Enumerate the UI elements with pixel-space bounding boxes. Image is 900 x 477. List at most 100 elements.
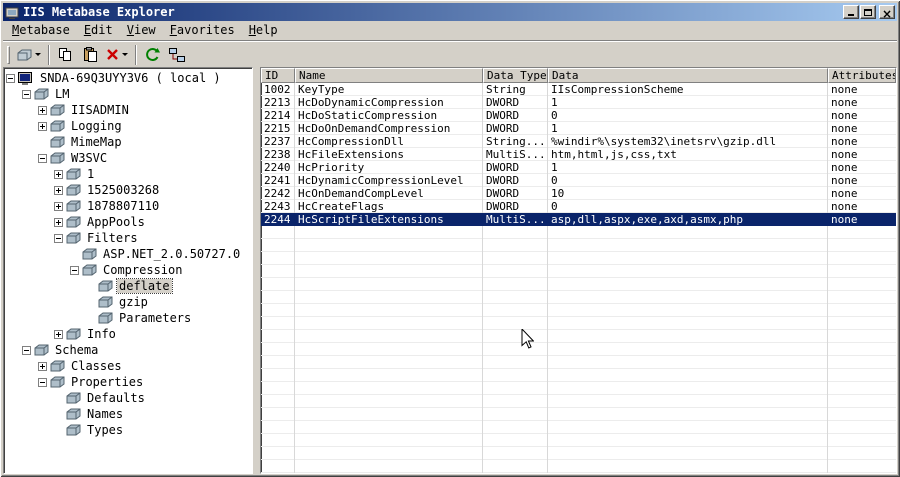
- table-row[interactable]: 2242 HcOnDemandCompLevel DWORD 10 none: [261, 187, 896, 200]
- tree-item-label: ASP.NET_2.0.50727.0: [103, 247, 241, 261]
- tree-item-names[interactable]: Names: [4, 406, 252, 422]
- table-row[interactable]: 2238 HcFileExtensions MultiS... htm,html,js…: [261, 148, 896, 161]
- toolbar-separator: [135, 44, 137, 65]
- tree-item-mimemap[interactable]: MimeMap: [4, 134, 252, 150]
- plus-expander-icon[interactable]: [54, 201, 63, 211]
- key-icon: [34, 344, 49, 356]
- tree-item-label: SNDA-69Q3UYY3V6 ( local ): [40, 71, 221, 85]
- connect-button[interactable]: [165, 44, 189, 66]
- table-row[interactable]: 1002 KeyType String IIsCompressionScheme non…: [261, 83, 896, 96]
- paste-button[interactable]: [78, 44, 102, 66]
- menu-item-help[interactable]: Help: [242, 21, 285, 40]
- tree-item-properties[interactable]: Properties: [4, 374, 252, 390]
- window-controls: [842, 5, 895, 19]
- delete-button[interactable]: [103, 44, 131, 66]
- minus-expander-icon[interactable]: [6, 73, 15, 83]
- menu-item-edit[interactable]: Edit: [77, 21, 120, 40]
- key-icon: [98, 312, 113, 324]
- app-window: IIS Metabase Explorer MetabaseEditViewFa…: [0, 0, 900, 477]
- panel-splitter[interactable]: [253, 67, 260, 474]
- menu-item-metabase[interactable]: Metabase: [5, 21, 77, 40]
- tree-item-apppools[interactable]: AppPools: [4, 214, 252, 230]
- tree-item-label: Names: [87, 407, 124, 421]
- tree-item-1[interactable]: 1: [4, 166, 252, 182]
- tree-item-label: 1525003268: [87, 183, 160, 197]
- tree-item-iisadmin[interactable]: IISADMIN: [4, 102, 252, 118]
- tree-item-snda-69q3uyy3v6-local[interactable]: SNDA-69Q3UYY3V6 ( local ): [4, 70, 252, 86]
- tree-item-deflate[interactable]: deflate: [4, 278, 252, 294]
- cell-id: 2237: [264, 135, 291, 148]
- minus-expander-icon[interactable]: [38, 153, 47, 163]
- plus-expander-icon[interactable]: [54, 185, 63, 195]
- tree-item-label: 1878807110: [87, 199, 160, 213]
- minimize-icon: [848, 14, 854, 16]
- tree-item-label: deflate: [116, 278, 173, 294]
- key-icon: [66, 408, 81, 420]
- minus-expander-icon[interactable]: [22, 89, 31, 99]
- table-row[interactable]: 2213 HcDoDynamicCompression DWORD 1 none: [261, 96, 896, 109]
- plus-expander-icon[interactable]: [54, 217, 63, 227]
- maximize-button[interactable]: [860, 5, 876, 19]
- cell-name: HcDoOnDemandCompression: [298, 122, 451, 135]
- plus-expander-icon[interactable]: [38, 121, 47, 131]
- column-header-name[interactable]: Name: [295, 68, 483, 83]
- key-icon: [66, 424, 81, 436]
- cell-data: asp,dll,aspx,exe,axd,asmx,php: [551, 213, 744, 226]
- table-row[interactable]: 2243 HcCreateFlags DWORD 0 none: [261, 200, 896, 213]
- cell-data: 0: [551, 109, 558, 122]
- cell-data: %windir%\system32\inetsrv\gzip.dll: [551, 135, 777, 148]
- menu-item-view[interactable]: View: [120, 21, 163, 40]
- tree-item-asp-net-2-0-50727-0[interactable]: ASP.NET_2.0.50727.0: [4, 246, 252, 262]
- column-header-attributes[interactable]: Attributes: [828, 68, 896, 83]
- cell-data: 1: [551, 122, 558, 135]
- table-row[interactable]: 2241 HcDynamicCompressionLevel DWORD 0 none: [261, 174, 896, 187]
- tree-item-schema[interactable]: Schema: [4, 342, 252, 358]
- minus-expander-icon[interactable]: [38, 377, 47, 387]
- tree-item-defaults[interactable]: Defaults: [4, 390, 252, 406]
- cell-data: 1: [551, 96, 558, 109]
- tree-item-compression[interactable]: Compression: [4, 262, 252, 278]
- tree-item-filters[interactable]: Filters: [4, 230, 252, 246]
- table-row[interactable]: 2215 HcDoOnDemandCompression DWORD 1 none: [261, 122, 896, 135]
- window-title: IIS Metabase Explorer: [23, 5, 175, 19]
- table-row[interactable]: 2214 HcDoStaticCompression DWORD 0 none: [261, 109, 896, 122]
- plus-expander-icon[interactable]: [54, 169, 63, 179]
- plus-expander-icon[interactable]: [54, 329, 63, 339]
- tree-item-logging[interactable]: Logging: [4, 118, 252, 134]
- title-bar[interactable]: IIS Metabase Explorer: [3, 3, 897, 21]
- minus-expander-icon[interactable]: [70, 265, 79, 275]
- tree-item-w3svc[interactable]: W3SVC: [4, 150, 252, 166]
- key-icon: [66, 232, 81, 244]
- minus-expander-icon[interactable]: [22, 345, 31, 355]
- key-icon: [50, 120, 65, 132]
- menu-item-favorites[interactable]: Favorites: [163, 21, 242, 40]
- tree-item-classes[interactable]: Classes: [4, 358, 252, 374]
- copy-button[interactable]: [53, 44, 77, 66]
- cell-id: 1002: [264, 83, 291, 96]
- tree-item-types[interactable]: Types: [4, 422, 252, 438]
- tree-item-parameters[interactable]: Parameters: [4, 310, 252, 326]
- refresh-button[interactable]: [140, 44, 164, 66]
- cell-name: HcPriority: [298, 161, 365, 174]
- tree-item-1525003268[interactable]: 1525003268: [4, 182, 252, 198]
- column-header-id[interactable]: ID: [261, 68, 295, 83]
- tree-item-info[interactable]: Info: [4, 326, 252, 342]
- table-row[interactable]: 2244 HcScriptFileExtensions MultiS... asp,d…: [261, 213, 896, 226]
- toolbar-grip[interactable]: [7, 45, 10, 64]
- cell-attributes: none: [831, 213, 858, 226]
- column-header-type[interactable]: Data Type: [483, 68, 548, 83]
- minimize-button[interactable]: [843, 5, 859, 19]
- plus-expander-icon[interactable]: [38, 105, 47, 115]
- tree-item-lm[interactable]: LM: [4, 86, 252, 102]
- tree-item-gzip[interactable]: gzip: [4, 294, 252, 310]
- close-button[interactable]: [879, 5, 895, 19]
- table-row[interactable]: 2237 HcCompressionDll String... %windir%\sy…: [261, 135, 896, 148]
- new-key-button[interactable]: [14, 44, 44, 66]
- maximize-icon: [864, 8, 872, 16]
- plus-expander-icon[interactable]: [38, 361, 47, 371]
- table-row[interactable]: 2240 HcPriority DWORD 1 none: [261, 161, 896, 174]
- column-header-data[interactable]: Data: [548, 68, 828, 83]
- tree-item-1878807110[interactable]: 1878807110: [4, 198, 252, 214]
- minus-expander-icon[interactable]: [54, 233, 63, 243]
- computer-icon: [18, 71, 34, 85]
